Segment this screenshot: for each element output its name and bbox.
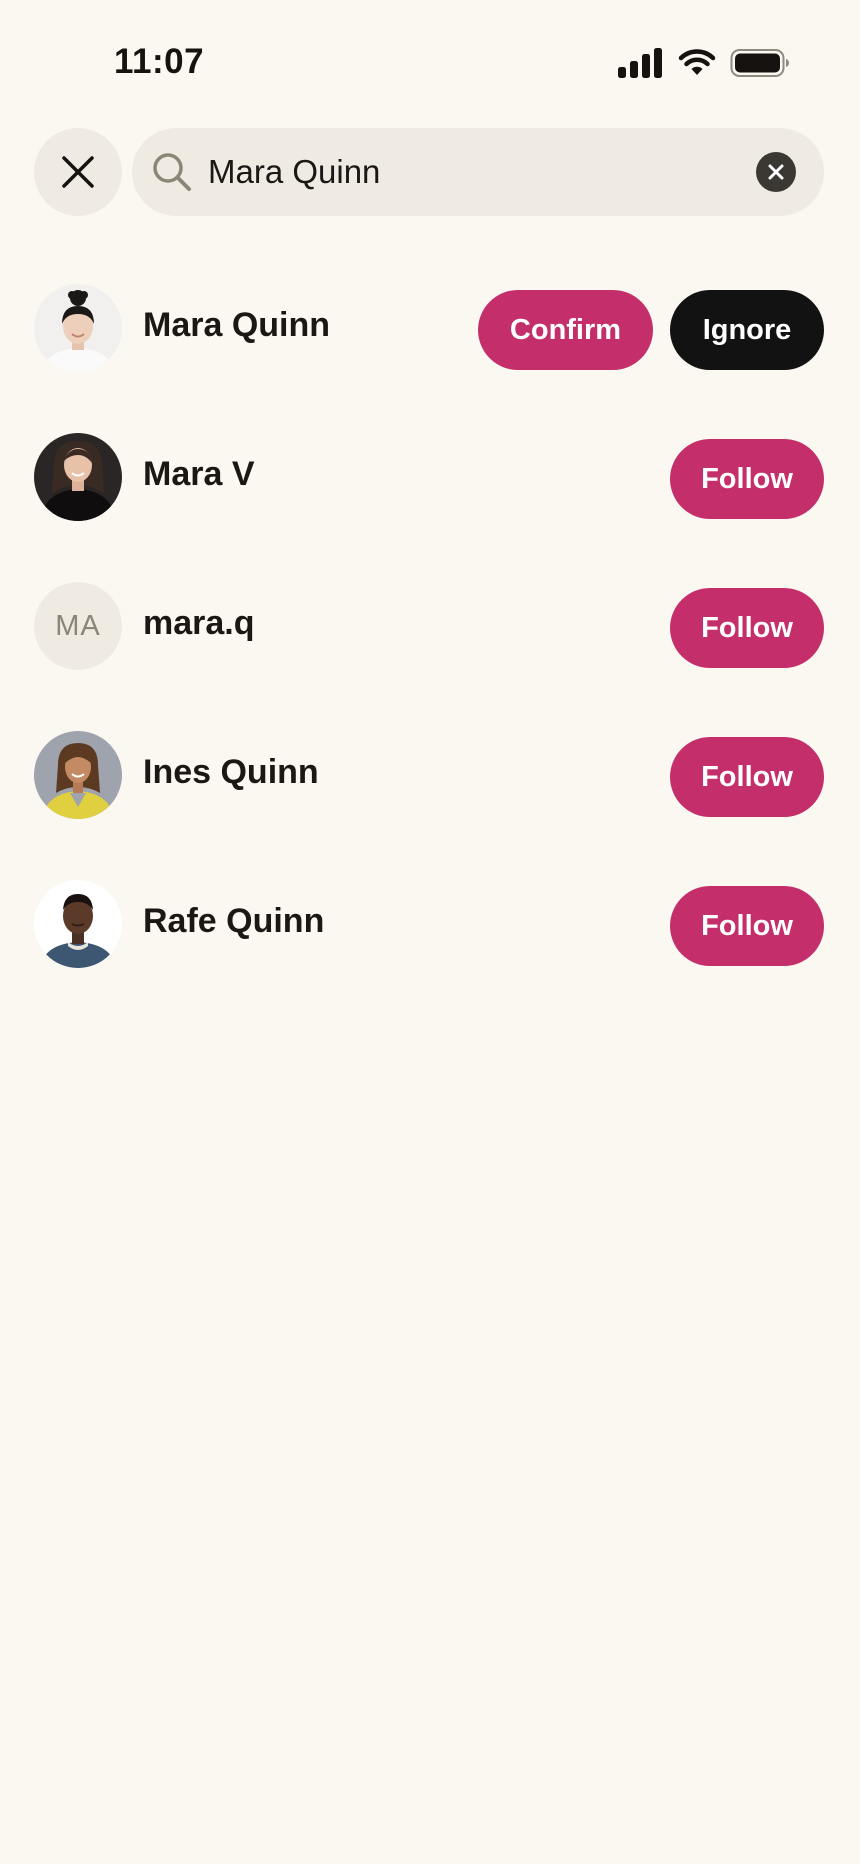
follow-button[interactable]: Follow bbox=[670, 588, 824, 668]
status-time: 11:07 bbox=[114, 42, 205, 81]
search-input[interactable] bbox=[208, 140, 728, 204]
search-icon bbox=[153, 153, 191, 191]
wifi-icon bbox=[678, 49, 716, 75]
result-name[interactable]: Rafe Quinn bbox=[143, 902, 324, 941]
result-name[interactable]: mara.q bbox=[143, 604, 255, 643]
status-bar: 11:07 bbox=[0, 0, 860, 110]
cellular-signal-icon bbox=[618, 48, 662, 78]
search-field[interactable] bbox=[132, 128, 824, 216]
result-actions: Follow bbox=[670, 737, 824, 817]
battery-icon bbox=[730, 49, 789, 77]
result-name[interactable]: Mara Quinn bbox=[143, 306, 330, 345]
search-row bbox=[34, 128, 824, 216]
ignore-button[interactable]: Ignore bbox=[670, 290, 824, 370]
result-name[interactable]: Mara V bbox=[143, 455, 255, 494]
status-icons bbox=[618, 48, 790, 78]
result-actions: Follow bbox=[670, 886, 824, 966]
close-icon bbox=[62, 156, 94, 188]
result-row[interactable]: MA mara.q Follow bbox=[34, 582, 824, 670]
avatar[interactable] bbox=[34, 284, 122, 372]
avatar[interactable] bbox=[34, 880, 122, 968]
close-search-button[interactable] bbox=[34, 128, 122, 216]
avatar-initials: MA bbox=[34, 582, 122, 670]
result-row[interactable]: Mara V Follow bbox=[34, 433, 824, 521]
result-actions: Follow bbox=[670, 439, 824, 519]
result-row[interactable]: Ines Quinn Follow bbox=[34, 731, 824, 819]
follow-button[interactable]: Follow bbox=[670, 439, 824, 519]
avatar[interactable] bbox=[34, 731, 122, 819]
result-row[interactable]: Rafe Quinn Follow bbox=[34, 880, 824, 968]
avatar[interactable] bbox=[34, 433, 122, 521]
clear-icon bbox=[768, 164, 784, 180]
follow-button[interactable]: Follow bbox=[670, 886, 824, 966]
avatar[interactable]: MA bbox=[34, 582, 122, 670]
result-name[interactable]: Ines Quinn bbox=[143, 753, 319, 792]
result-row[interactable]: Mara Quinn Confirm Ignore bbox=[34, 284, 824, 372]
clear-search-button[interactable] bbox=[756, 152, 796, 192]
search-results-list: Mara Quinn Confirm Ignore Mara V Follow bbox=[34, 284, 824, 1029]
result-actions: Confirm Ignore bbox=[478, 290, 824, 370]
confirm-button[interactable]: Confirm bbox=[478, 290, 653, 370]
follow-button[interactable]: Follow bbox=[670, 737, 824, 817]
result-actions: Follow bbox=[670, 588, 824, 668]
